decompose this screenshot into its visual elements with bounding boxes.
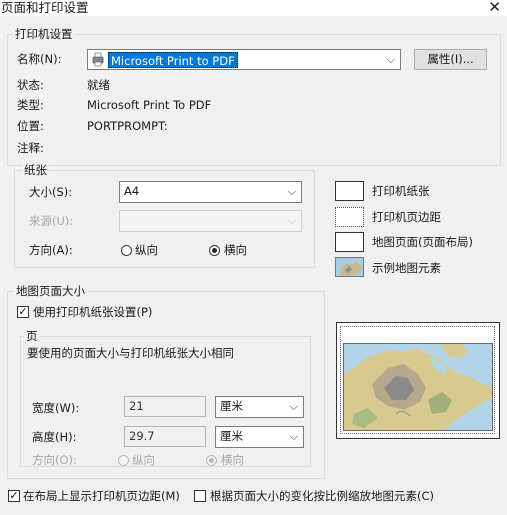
type-value: Microsoft Print To PDF [87,98,212,112]
paper-source-select[interactable]: ⌵ [119,210,302,232]
height-unit-select[interactable]: 厘米 ⌵ [215,426,304,448]
printer-icon [91,52,105,67]
sample-map-image [343,343,493,431]
chevron-down-icon: ⌵ [287,214,296,227]
chevron-down-icon: ⌵ [386,53,395,66]
height-field[interactable]: 29.7 [124,426,206,447]
width-field[interactable]: 21 [124,396,206,417]
use-printer-paper-checkbox[interactable]: ✓ [17,306,29,318]
width-unit-value: 厘米 [220,399,243,413]
printer-paper-legend: 打印机纸张 [372,184,430,198]
map-page-size-title: 地图页面大小 [14,284,87,298]
location-label: 位置: [17,119,44,133]
width-label: 宽度(W): [32,401,80,415]
map-page-legend: 地图页面(页面布局) [372,235,473,249]
printer-paper-swatch [335,181,364,201]
close-icon[interactable]: ✕ [488,0,501,16]
scale-elements-label[interactable]: 根据页面大小的变化按比例缩放地图元素(C) [210,489,434,504]
chevron-down-icon: ⌵ [287,185,296,198]
printer-name-select[interactable]: Microsoft Print to PDF ⌵ [87,49,401,70]
map-landscape-radio[interactable] [206,455,217,466]
paper-portrait-label[interactable]: 纵向 [135,243,158,258]
sample-map-swatch [335,257,364,277]
window-title: 页面和打印设置 [1,0,89,15]
paper-size-label: 大小(S): [29,185,73,199]
printer-name-value: Microsoft Print to PDF [108,52,238,68]
paper-landscape-radio[interactable] [209,245,220,256]
page-preview [336,322,500,439]
map-portrait-label[interactable]: 纵向 [132,453,155,468]
name-label: 名称(N): [17,52,62,66]
map-page-swatch [335,232,364,252]
width-unit-select[interactable]: 厘米 ⌵ [215,396,304,418]
chevron-down-icon: ⌵ [289,400,298,413]
printer-settings-title: 打印机设置 [13,27,75,41]
show-margins-label[interactable]: 在布局上显示打印机页边距(M) [23,489,180,504]
paper-size-select[interactable]: A4 ⌵ [119,181,302,203]
sample-map-legend: 示例地图元素 [372,261,441,275]
printer-margins-legend: 打印机页边距 [372,210,441,224]
page-note: 要使用的页面大小与打印机纸张大小相同 [27,346,234,360]
use-printer-paper-label[interactable]: 使用打印机纸张设置(P) [33,305,152,320]
paper-source-label: 来源(U): [29,214,74,228]
chevron-down-icon: ⌵ [289,430,298,443]
paper-orientation-label: 方向(A): [29,243,73,257]
printer-margins-swatch [335,207,364,227]
paper-group-title: 纸张 [22,163,49,177]
paper-portrait-radio[interactable] [121,245,132,256]
paper-landscape-label[interactable]: 横向 [224,243,247,258]
map-portrait-radio[interactable] [118,455,129,466]
show-margins-checkbox[interactable]: ✓ [8,490,20,502]
width-value: 21 [129,399,144,413]
page-subgroup-title: 页 [24,329,40,343]
paper-size-value: A4 [124,184,140,198]
comment-label: 注释: [17,141,44,155]
height-value: 29.7 [129,429,155,443]
map-orientation-label: 方向(O): [32,453,77,467]
properties-button[interactable]: 属性(I)... [414,49,487,70]
scale-elements-checkbox[interactable] [194,490,206,502]
location-value: PORTPROMPT: [87,119,168,133]
height-unit-value: 厘米 [220,429,243,443]
type-label: 类型: [17,98,44,112]
status-label: 状态: [17,78,44,92]
map-landscape-label[interactable]: 横向 [221,453,244,468]
status-value: 就绪 [87,78,110,92]
height-label: 高度(H): [32,430,77,444]
